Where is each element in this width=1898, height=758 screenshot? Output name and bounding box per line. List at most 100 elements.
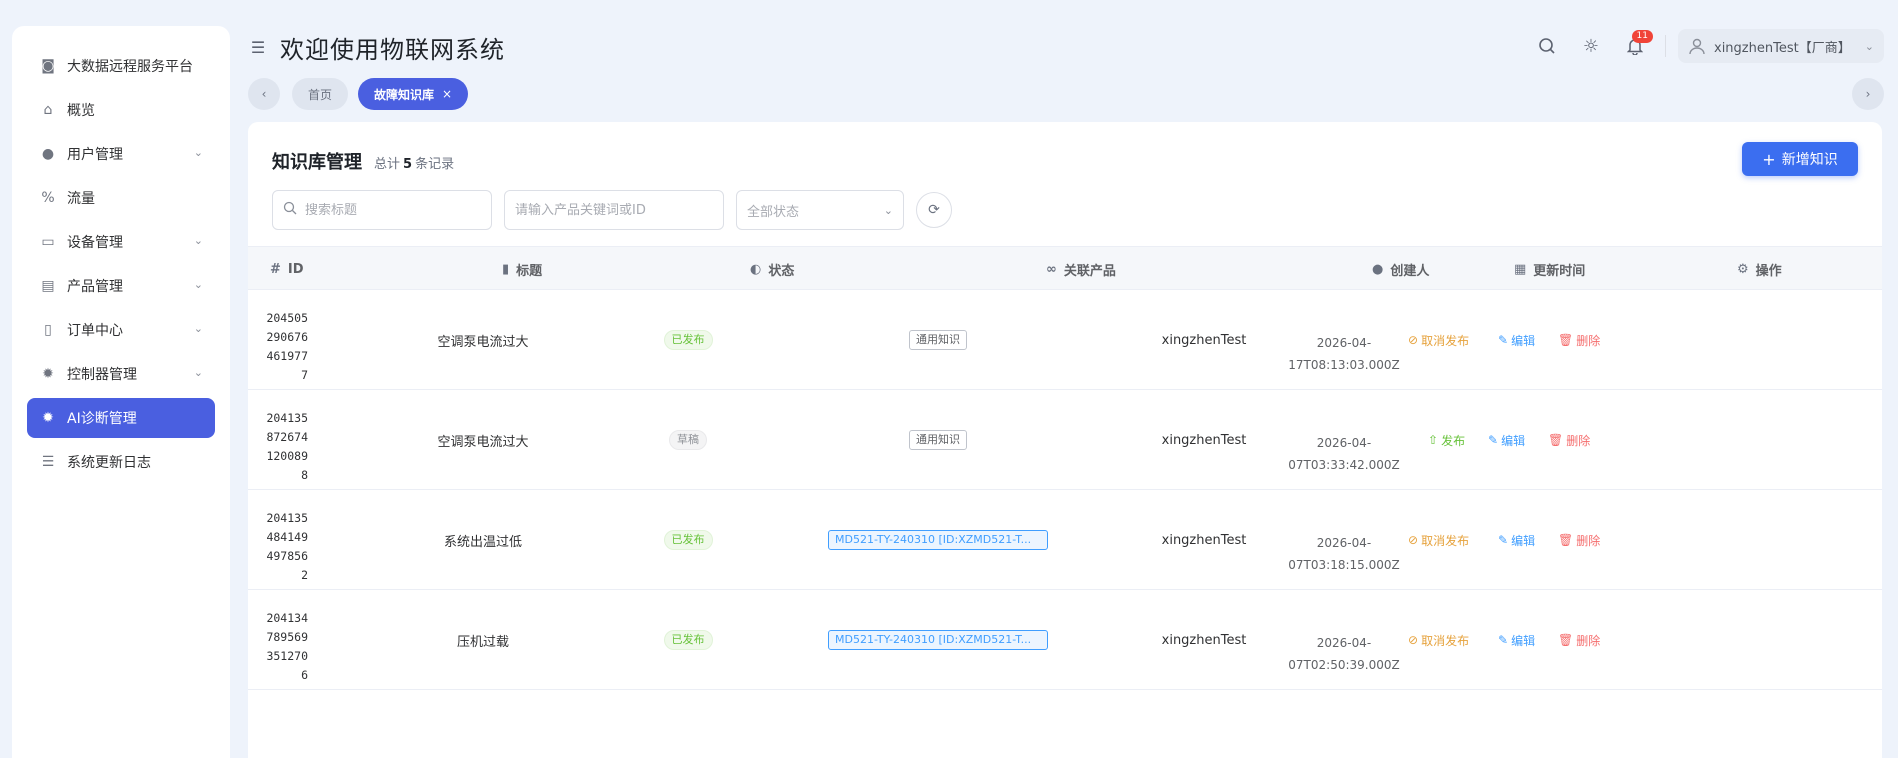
id-line: 789569 [266,629,308,644]
column-status: ◐ 状态 [750,261,795,279]
id-cell: 204135 484149 497856 2 [260,490,308,590]
column-actions: ⚙ 操作 [1737,261,1782,279]
sidebar-item[interactable]: ◙ 大数据远程服务平台 [27,46,215,86]
user-name: xingzhenTest【厂商】 [1714,40,1851,56]
sidebar-item[interactable]: ▭ 设备管理 ⌄ [27,222,215,262]
tab-fault-knowledge[interactable]: 故障知识库 × [358,78,469,110]
table-row: 204135 872674 120089 8 空调泵电流过大 草稿 通用知识 xingzhen… [248,390,1882,490]
person-icon: ● [1372,261,1384,277]
updated-cell: 2026-04- 07T03:18:15.000Z [1284,490,1404,590]
trash-icon: 🗑 [1558,533,1574,547]
sidebar-item-label: AI诊断管理 [67,411,137,427]
delete-button[interactable]: 🗑 删除 [1558,632,1600,649]
tab-scroll-right-button[interactable]: › [1852,78,1884,110]
updated-cell: 2026-04- 07T03:33:42.000Z [1284,390,1404,490]
title-cell: 压机过载 [398,590,568,690]
delete-button[interactable]: 🗑 删除 [1548,432,1590,449]
actions-cell: 🗑 删除 [1558,590,1600,690]
id-cell: 204135 872674 120089 8 [260,390,308,490]
row-title: 压机过载 [456,634,509,650]
delete-button[interactable]: 🗑 删除 [1558,332,1600,349]
sidebar-item[interactable]: ▯ 订单中心 ⌄ [27,310,215,350]
edit-button[interactable]: ✎ 编辑 [1488,432,1525,449]
unpublish-button[interactable]: ⊘ 取消发布 [1408,332,1469,349]
notification-badge: 11 [1631,30,1653,43]
tab-label: 故障知识库 [374,87,435,102]
sidebar-item[interactable]: ▤ 产品管理 ⌄ [27,266,215,306]
publish-button[interactable]: ⇧ 发布 [1428,432,1465,449]
close-icon[interactable]: × [442,87,452,101]
id-line: 872674 [266,429,308,444]
actions-cell: ✎ 编辑 [1498,490,1535,590]
add-knowledge-button[interactable]: + 新增知识 [1742,142,1858,176]
theme-sun-icon[interactable]: ☼ [1573,28,1609,64]
id-line: 7 [301,367,308,382]
delete-button[interactable]: 🗑 删除 [1558,532,1600,549]
sidebar-item[interactable]: ☰ 系统更新日志 [27,442,215,482]
top-bar: ☰ 欢迎使用物联网系统 [248,24,505,70]
sidebar-item-label: 用户管理 [67,147,123,163]
time-line: 07T03:18:15.000Z [1288,558,1400,572]
header-actions: ☼ 11 xingzhenTest【厂商】 ⌄ [1521,26,1884,66]
product-tag: 通用知识 [909,430,967,450]
status-cell: 已发布 [658,290,718,390]
avatar-icon [1688,37,1706,55]
updated-cell: 2026-04- 17T08:13:03.000Z [1284,290,1404,390]
product-cell: 通用知识 [808,290,1068,390]
page-title: 欢迎使用物联网系统 [280,35,505,64]
tab-bar: ‹ 首页 故障知识库 × [248,78,469,110]
ai-diagnosis-icon: ✹ [42,410,54,426]
time-line: 2026-04- [1316,436,1372,450]
actions-cell: 🗑 删除 [1558,490,1600,590]
edit-button[interactable]: ✎ 编辑 [1498,532,1535,549]
tab-home[interactable]: 首页 [292,78,349,110]
id-cell: 204505 290676 461977 7 [260,290,308,390]
sidebar-item[interactable]: % 流量 [27,178,215,218]
column-title: ▮ 标题 [502,261,543,279]
status-cell: 草稿 [658,390,718,490]
status-select[interactable]: 全部状态 ⌄ [736,190,904,230]
device-icon: ▭ [41,234,55,250]
sidebar-item-label: 系统更新日志 [67,455,151,471]
sidebar-item[interactable]: ● 用户管理 ⌄ [27,134,215,174]
user-menu[interactable]: xingzhenTest【厂商】 ⌄ [1678,29,1884,63]
column-product: ∞ 关联产品 [1046,261,1116,279]
sidebar-item-label: 概览 [67,103,95,119]
unpublish-button[interactable]: ⊘ 取消发布 [1408,632,1469,649]
sidebar: ◙ 大数据远程服务平台 ⌂ 概览 ● 用户管理 ⌄% 流量 ▭ 设备管理 ⌄ ▤ 产品管理 ⌄ ▯ 订单中心 ⌄… [12,26,230,758]
order-icon: ▯ [44,322,52,338]
product-tag: MD521-TY-240310 [ID:XZMD521-T... [828,530,1048,550]
unpublish-button[interactable]: ⊘ 取消发布 [1408,532,1469,549]
column-id: # ID [270,261,304,277]
id-cell: 204134 789569 351270 6 [260,590,308,690]
sidebar-item[interactable]: ✹ AI诊断管理 [27,398,215,438]
search-title-input[interactable] [305,202,481,218]
id-line: 204135 [266,410,308,425]
id-line: 497856 [266,548,308,563]
time-line: 07T02:50:39.000Z [1288,658,1400,672]
edit-button[interactable]: ✎ 编辑 [1498,632,1535,649]
time-line: 2026-04- [1316,336,1372,350]
search-icon[interactable] [1529,28,1565,64]
product-keyword-field[interactable] [504,190,724,230]
updated-cell: 2026-04- 07T02:50:39.000Z [1284,590,1404,690]
table-row: 204134 789569 351270 6 压机过载 已发布 MD521-TY-24031… [248,590,1882,690]
time-line: 2026-04- [1316,636,1372,650]
search-title-field[interactable] [272,190,492,230]
sidebar-item[interactable]: ⌂ 概览 [27,90,215,130]
tab-scroll-left-button[interactable]: ‹ [248,78,280,110]
edit-button[interactable]: ✎ 编辑 [1498,332,1535,349]
product-keyword-input[interactable] [515,202,713,218]
actions-cell: ✎ 编辑 [1498,290,1535,390]
refresh-button[interactable]: ⟳ [916,192,952,228]
sidebar-item[interactable]: ✹ 控制器管理 ⌄ [27,354,215,394]
status-badge: 已发布 [663,330,713,350]
status-select-value: 全部状态 [747,204,800,220]
record-count: 总计 5 条记录 [374,157,455,172]
notification-bell-icon[interactable]: 11 [1617,28,1653,64]
time-line: 2026-04- [1316,536,1372,550]
product-cell: 通用知识 [808,390,1068,490]
chevron-down-icon: ⌄ [883,203,893,217]
creator-name: xingzhenTest [1161,532,1247,548]
menu-fold-icon[interactable]: ☰ [248,37,268,57]
